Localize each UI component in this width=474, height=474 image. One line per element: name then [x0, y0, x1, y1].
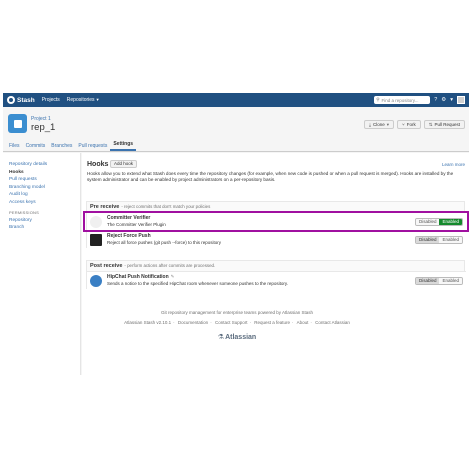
hook-row-reject-force-push: Reject Force Push Reject all force pushe…	[87, 230, 466, 248]
atlassian-label: Atlassian	[225, 334, 257, 341]
hook-description: Sends a notice to the specified HipChat …	[107, 281, 289, 286]
hook-name-row[interactable]: HipChat Push Notification ✎	[107, 274, 174, 280]
footer-link-contact[interactable]: Contact Atlassian	[315, 320, 350, 325]
footer-link-feature[interactable]: Request a feature	[254, 320, 290, 325]
post-receive-section: Post receive - perform actions after com…	[86, 260, 466, 289]
download-icon: ⤓	[368, 122, 371, 127]
hook-toggle[interactable]: Disabled Enabled	[414, 277, 463, 285]
hook-description: The Committer Verifier Plugin	[107, 222, 166, 227]
footer-link-version[interactable]: Atlassian Stash v2.10.1	[124, 320, 171, 325]
chevron-down-icon[interactable]: ▾	[450, 97, 453, 103]
enable-button[interactable]: Enabled	[439, 237, 462, 243]
tab-commits[interactable]: Commits	[23, 143, 49, 151]
footer-link-documentation[interactable]: Documentation	[178, 320, 208, 325]
hook-name[interactable]: Committer Verifier	[107, 215, 150, 221]
search-icon: ⚲	[376, 97, 380, 102]
sidebar-item-branching-model[interactable]: Branching model	[3, 184, 80, 192]
learn-more-link[interactable]: Learn more	[442, 162, 465, 167]
hook-name: HipChat Push Notification	[107, 274, 169, 280]
clone-button[interactable]: ⤓ Clone ▾	[363, 120, 394, 129]
tab-branches[interactable]: Branches	[48, 143, 75, 151]
pre-receive-title: Pre receive	[90, 203, 120, 210]
pull-request-icon: ⇅	[428, 121, 433, 127]
separator: ·	[292, 320, 294, 325]
brand-name: Stash	[17, 96, 35, 104]
top-navigation: Stash Projects Repositories▼ ⚲ Find a re…	[3, 93, 469, 107]
sidebar-item-branch-permissions[interactable]: Branch	[3, 224, 80, 232]
hooks-description: Hooks allow you to extend what Stash doe…	[87, 171, 454, 183]
separator: ·	[210, 320, 212, 325]
atlassian-mark-icon: ⚗	[217, 334, 225, 341]
repo-icon	[8, 114, 27, 133]
sidebar-item-hooks[interactable]: Hooks	[3, 169, 80, 177]
help-icon[interactable]: ?	[434, 97, 437, 103]
chevron-down-icon: ▾	[386, 121, 389, 127]
pre-receive-section: Pre receive - reject commits that don't …	[86, 201, 466, 248]
sidebar-item-pull-requests[interactable]: Pull requests	[3, 176, 80, 184]
page-title: Hooks	[87, 161, 109, 168]
hook-description: Reject all force pushes (git push --forc…	[107, 240, 222, 245]
clone-label: Clone	[372, 122, 385, 127]
disable-button[interactable]: Disabled	[415, 237, 440, 243]
post-receive-heading: Post receive - perform actions after com…	[87, 261, 464, 270]
separator: ·	[249, 320, 252, 325]
box-icon	[13, 119, 22, 128]
permissions-heading: PERMISSIONS	[9, 210, 39, 215]
stash-logo[interactable]: Stash	[7, 96, 35, 104]
fork-label: Fork	[406, 122, 416, 127]
tab-files[interactable]: Files	[6, 143, 23, 151]
user-avatar[interactable]	[457, 96, 465, 104]
separator: ·	[310, 320, 312, 325]
hook-toggle[interactable]: Disabled Enabled	[414, 236, 463, 244]
force-push-icon	[90, 234, 102, 246]
hipchat-icon	[90, 275, 102, 287]
sidebar-item-repository-details[interactable]: Repository details	[3, 161, 80, 169]
fork-button[interactable]: ⑂ Fork	[397, 120, 421, 129]
gear-icon[interactable]: ⚙	[441, 97, 446, 103]
disable-button[interactable]: Disabled	[415, 219, 440, 225]
pre-receive-subtitle: - reject commits that don't match your p…	[121, 204, 211, 209]
enable-button[interactable]: Enabled	[439, 219, 462, 225]
sidebar-item-repository-permissions[interactable]: Repository	[3, 217, 80, 225]
atlassian-logo[interactable]: ⚗Atlassian	[0, 333, 474, 341]
post-receive-subtitle: - perform actions after commits are proc…	[124, 263, 216, 268]
search-placeholder: Find a repository...	[381, 97, 419, 103]
pull-request-label: Pull Request	[434, 122, 460, 127]
hook-name[interactable]: Reject Force Push	[107, 233, 151, 239]
hooks-panel: Hooks Add hook Learn more Hooks allow yo…	[82, 153, 469, 375]
sidebar-item-access-keys[interactable]: Access keys	[3, 199, 80, 207]
hook-toggle[interactable]: Disabled Enabled	[414, 218, 463, 226]
header-buttons: ⤓ Clone ▾ ⑂ Fork ⇅ Pull Request	[361, 120, 465, 129]
nav-repositories-label: Repositories	[66, 97, 95, 103]
hook-row-hipchat: HipChat Push Notification ✎ Sends a notic…	[87, 271, 466, 289]
pre-receive-heading: Pre receive - reject commits that don't …	[87, 202, 464, 211]
fork-icon: ⑂	[402, 122, 405, 127]
footer-links: Atlassian Stash v2.10.1 · Documentation · …	[0, 320, 474, 325]
separator: ·	[173, 320, 175, 325]
settings-sidebar: Repository details Hooks Pull requests B…	[3, 153, 81, 375]
chevron-down-icon: ▼	[95, 97, 100, 102]
disable-button[interactable]: Disabled	[415, 278, 440, 284]
enable-button[interactable]: Enabled	[439, 278, 462, 284]
tab-pull-requests[interactable]: Pull requests	[75, 143, 110, 151]
search-input[interactable]: ⚲ Find a repository...	[374, 96, 431, 104]
pull-request-button[interactable]: ⇅ Pull Request	[423, 120, 465, 129]
add-hook-button[interactable]: Add hook	[110, 160, 138, 168]
repo-title: rep_1	[31, 122, 56, 133]
nav-repositories[interactable]: Repositories▼	[67, 97, 100, 103]
post-receive-title: Post receive	[90, 262, 123, 269]
footer-link-support[interactable]: Contact Support	[215, 320, 248, 325]
repo-tabs: Files Commits Branches Pull requests Set…	[3, 141, 469, 152]
pencil-icon[interactable]: ✎	[171, 274, 175, 279]
sidebar-item-audit-log[interactable]: Audit log	[3, 191, 80, 199]
nav-right: ⚲ Find a repository... ? ⚙ ▾	[374, 96, 469, 104]
footer-tagline: Git repository management for enterprise…	[160, 310, 314, 315]
plugin-icon	[90, 216, 102, 228]
nav-projects[interactable]: Projects	[42, 97, 60, 103]
footer-link-about[interactable]: About	[297, 320, 309, 325]
tab-settings[interactable]: Settings	[110, 141, 137, 151]
repo-header: Project 1 rep_1 ⤓ Clone ▾ ⑂ Fork ⇅ Pull Requ…	[3, 107, 469, 142]
stash-logo-icon	[7, 96, 15, 104]
hook-row-committer-verifier: Committer Verifier The Committer Verifie…	[87, 212, 466, 230]
